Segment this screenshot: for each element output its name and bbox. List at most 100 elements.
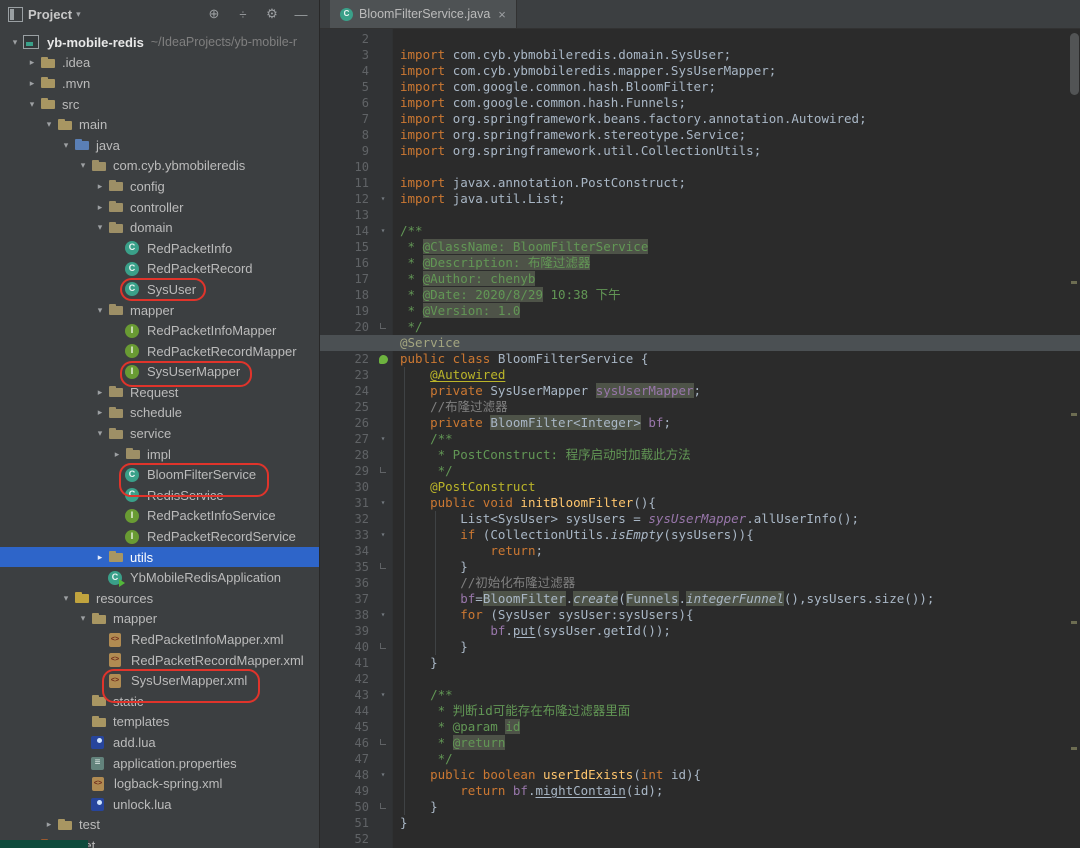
tree-item-redpacketrecordmapper.xml[interactable]: RedPacketRecordMapper.xml — [0, 650, 319, 671]
tree-item-content: java — [74, 137, 123, 153]
tree-item-redpacketinfomapper.xml[interactable]: RedPacketInfoMapper.xml — [0, 629, 319, 650]
tree-item-redpacketinfomapper[interactable]: RedPacketInfoMapper — [0, 320, 319, 341]
scrollbar-thumb[interactable] — [1070, 33, 1079, 95]
collapse-arrow-icon[interactable]: ▾ — [58, 593, 74, 604]
tree-item-resources[interactable]: ▾resources — [0, 588, 319, 609]
collapse-all-icon[interactable]: ÷ — [231, 7, 255, 22]
code-token — [400, 367, 430, 382]
collapse-arrow-icon[interactable]: ▾ — [92, 222, 108, 233]
tab-bloomfilterservice-java[interactable]: BloomFilterService.java × — [330, 0, 517, 28]
fold-collapse-icon[interactable] — [374, 607, 392, 623]
tree-item-yb-mobile-redis[interactable]: ▾yb-mobile-redis~/IdeaProjects/yb-mobile… — [0, 32, 319, 53]
hide-panel-icon[interactable]: — — [289, 7, 313, 22]
code-token: //布隆过滤器 — [430, 399, 508, 414]
tree-item-templates[interactable]: templates — [0, 712, 319, 733]
editor-scrollbar[interactable] — [1068, 31, 1079, 848]
code-text: return bf.mightContain(id); — [392, 783, 663, 799]
expand-arrow-icon[interactable]: ▸ — [92, 407, 108, 418]
code-token: org.springframework.util.CollectionUtils… — [453, 143, 762, 158]
fold-collapse-icon[interactable] — [374, 431, 392, 447]
collapse-arrow-icon[interactable]: ▾ — [75, 160, 91, 171]
tree-item-.mvn[interactable]: ▸.mvn — [0, 73, 319, 94]
tree-item-controller[interactable]: ▸controller — [0, 197, 319, 218]
tree-item-application.properties[interactable]: application.properties — [0, 753, 319, 774]
collapse-arrow-icon[interactable]: ▾ — [58, 140, 74, 151]
tree-item-domain[interactable]: ▾domain — [0, 217, 319, 238]
expand-arrow-icon[interactable]: ▸ — [24, 57, 40, 68]
tree-item-mapper[interactable]: ▾mapper — [0, 300, 319, 321]
tree-item-request[interactable]: ▸Request — [0, 382, 319, 403]
expand-arrow-icon[interactable]: ▸ — [41, 819, 57, 830]
code-line-35: 35 } — [320, 559, 1080, 575]
code-token: userIdExists — [543, 767, 633, 782]
tree-item-.idea[interactable]: ▸.idea — [0, 53, 319, 74]
fold-collapse-icon[interactable] — [374, 527, 392, 543]
fold-end-icon[interactable] — [374, 643, 392, 652]
tree-item-test[interactable]: ▸test — [0, 815, 319, 836]
collapse-arrow-icon[interactable]: ▾ — [24, 99, 40, 110]
collapse-arrow-icon[interactable]: ▾ — [7, 37, 23, 48]
collapse-arrow-icon[interactable]: ▾ — [92, 428, 108, 439]
project-panel-title[interactable]: Project — [28, 7, 72, 22]
tree-item-sysusermapper.xml[interactable]: SysUserMapper.xml — [0, 670, 319, 691]
fold-end-icon[interactable] — [374, 803, 392, 812]
spring-bean-icon[interactable] — [374, 355, 392, 364]
expand-arrow-icon[interactable]: ▸ — [92, 202, 108, 213]
collapse-arrow-icon[interactable]: ▾ — [92, 305, 108, 316]
gear-icon[interactable]: ⚙ — [260, 6, 284, 22]
tree-item-content: mapper — [108, 302, 177, 318]
tree-item-ybmobileredisapplication[interactable]: YbMobileRedisApplication — [0, 567, 319, 588]
expand-arrow-icon[interactable]: ▸ — [92, 181, 108, 192]
tree-item-src[interactable]: ▾src — [0, 94, 319, 115]
tree-item-sysusermapper[interactable]: SysUserMapper — [0, 362, 319, 383]
code-token: * — [400, 271, 423, 286]
code-text: import com.google.common.hash.BloomFilte… — [392, 79, 716, 95]
tree-item-com.cyb.ybmobileredis[interactable]: ▾com.cyb.ybmobileredis — [0, 156, 319, 177]
fold-collapse-icon[interactable] — [374, 495, 392, 511]
collapse-arrow-icon[interactable]: ▾ — [75, 613, 91, 624]
tree-item-bloomfilterservice[interactable]: BloomFilterService — [0, 464, 319, 485]
expand-arrow-icon[interactable]: ▸ — [109, 449, 125, 460]
tree-item-utils[interactable]: ▸utils — [0, 547, 319, 568]
tree-item-content: RedPacketRecordMapper.xml — [108, 652, 307, 668]
tree-item-unlock.lua[interactable]: unlock.lua — [0, 794, 319, 815]
tree-item-config[interactable]: ▸config — [0, 176, 319, 197]
target-row-highlight — [0, 840, 88, 848]
expand-arrow-icon[interactable]: ▸ — [24, 78, 40, 89]
expand-arrow-icon[interactable]: ▸ — [92, 552, 108, 563]
fold-end-icon[interactable] — [374, 739, 392, 748]
expand-arrow-icon[interactable]: ▸ — [92, 387, 108, 398]
fold-end-icon[interactable] — [374, 323, 392, 332]
locate-icon[interactable]: ⊕ — [202, 6, 226, 22]
collapse-arrow-icon[interactable]: ▾ — [41, 119, 57, 130]
tree-item-redpacketrecordservice[interactable]: RedPacketRecordService — [0, 526, 319, 547]
tree-item-service[interactable]: ▾service — [0, 423, 319, 444]
code-editor[interactable]: 23import com.cyb.ybmobileredis.domain.Sy… — [320, 29, 1080, 848]
tree-item-logback-spring.xml[interactable]: logback-spring.xml — [0, 773, 319, 794]
tree-item-impl[interactable]: ▸impl — [0, 444, 319, 465]
line-number: 27 — [320, 431, 374, 447]
code-token: int — [641, 767, 664, 782]
tree-item-redpacketinfoservice[interactable]: RedPacketInfoService — [0, 506, 319, 527]
tree-item-redpacketinfo[interactable]: RedPacketInfo — [0, 238, 319, 259]
tree-item-sysuser[interactable]: SysUser — [0, 279, 319, 300]
tree-item-content: RedPacketRecord — [125, 261, 256, 277]
tree-item-mapper[interactable]: ▾mapper — [0, 609, 319, 630]
fold-collapse-icon[interactable] — [374, 191, 392, 207]
fold-collapse-icon[interactable] — [374, 687, 392, 703]
code-token: bf — [513, 783, 528, 798]
tree-item-static[interactable]: static — [0, 691, 319, 712]
tree-item-main[interactable]: ▾main — [0, 114, 319, 135]
fold-end-icon[interactable] — [374, 563, 392, 572]
close-icon[interactable]: × — [498, 7, 506, 22]
tree-item-redpacketrecordmapper[interactable]: RedPacketRecordMapper — [0, 341, 319, 362]
fold-collapse-icon[interactable] — [374, 767, 392, 783]
tree-item-redpacketrecord[interactable]: RedPacketRecord — [0, 259, 319, 280]
chevron-down-icon[interactable]: ▾ — [76, 9, 81, 20]
tree-item-add.lua[interactable]: add.lua — [0, 732, 319, 753]
tree-item-schedule[interactable]: ▸schedule — [0, 403, 319, 424]
tree-item-java[interactable]: ▾java — [0, 135, 319, 156]
fold-end-icon[interactable] — [374, 467, 392, 476]
fold-collapse-icon[interactable] — [374, 223, 392, 239]
tree-item-redisservice[interactable]: RedisService — [0, 485, 319, 506]
